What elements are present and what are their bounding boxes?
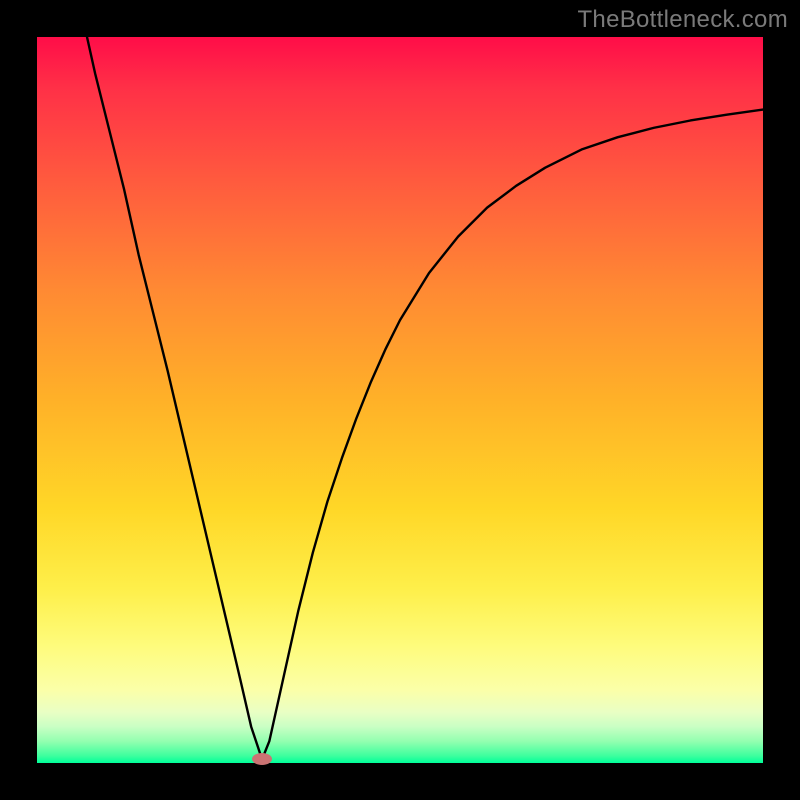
bottleneck-curve [37,37,763,763]
watermark-text: TheBottleneck.com [577,6,788,34]
plot-area [37,37,763,763]
optimum-marker [252,753,272,765]
chart-frame: TheBottleneck.com [0,0,800,800]
